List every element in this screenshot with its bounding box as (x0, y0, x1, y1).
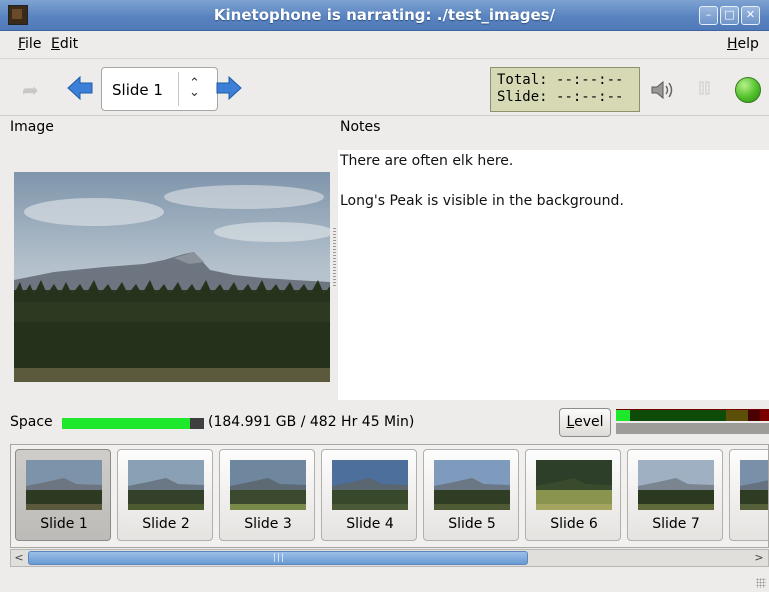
thumbnail-label: Sli (730, 516, 768, 532)
slide-thumbnail[interactable]: Slide 5 (423, 449, 519, 541)
space-label: Space (10, 414, 53, 430)
previous-arrow-icon (67, 75, 93, 101)
slide-select[interactable]: Slide 1 ⌃ ⌄ (101, 67, 218, 111)
slide-thumbnail[interactable]: Slide 7 (627, 449, 723, 541)
thumbnail-image (230, 460, 306, 510)
menu-help[interactable]: Help (727, 36, 759, 52)
slide-thumbnail[interactable]: Slide 2 (117, 449, 213, 541)
thumbnail-label: Slide 3 (244, 516, 292, 532)
thumbnail-image (638, 460, 714, 510)
thumbnail-strip: Slide 1 Slide 2 Slide 3 Slide 4 Slide 5 Slide… (10, 444, 769, 548)
level-button[interactable]: Level (559, 408, 611, 437)
close-button[interactable]: ✕ (741, 6, 760, 25)
note-line: There are often elk here. (340, 153, 514, 169)
record-indicator[interactable] (735, 77, 761, 103)
scroll-right-arrow-icon[interactable]: > (751, 550, 767, 566)
slide-thumbnail[interactable]: Slide 6 (525, 449, 621, 541)
thumbnail-image (332, 460, 408, 510)
thumbnail-image (26, 460, 102, 510)
speaker-icon[interactable] (650, 79, 676, 105)
space-progress-fill (62, 418, 190, 429)
note-line: Long's Peak is visible in the background… (340, 193, 624, 209)
pause-icon[interactable] (698, 80, 712, 100)
menu-help-mnemonic: H (727, 36, 738, 52)
thumbnail-label: Slide 5 (448, 516, 496, 532)
scrollbar-thumb[interactable]: ||| (28, 551, 528, 565)
space-detail: (184.991 GB / 482 Hr 45 Min) (208, 414, 415, 430)
slide-thumbnail[interactable]: Slide 1 (15, 449, 111, 541)
thumbnail-label: Slide 1 (40, 516, 88, 532)
timer-slide-value: --:--:-- (556, 89, 624, 105)
slide-select-value: Slide 1 (112, 81, 163, 99)
menu-edit-label: dit (59, 36, 79, 52)
slide-image (14, 172, 330, 382)
notes-text-area[interactable]: There are often elk here. Long's Peak is… (338, 150, 769, 400)
menu-edit-mnemonic: E (51, 36, 60, 52)
notes-header: Notes (340, 119, 381, 135)
updown-arrows-icon: ⌃ ⌄ (189, 76, 200, 100)
timer-total-label: Total: (497, 72, 548, 88)
timer-slide-row: Slide: --:--:-- (497, 89, 639, 106)
pane-splitter[interactable] (333, 228, 336, 288)
thumbnail-image (536, 460, 612, 510)
window-title: Kinetophone is narrating: ./test_images/ (213, 6, 556, 24)
minimize-button[interactable]: – (699, 6, 718, 25)
level-button-label: evel (574, 414, 604, 430)
thumbnail-image (740, 460, 768, 510)
menu-file-mnemonic: F (18, 36, 26, 52)
menu-edit[interactable]: Edit (51, 36, 78, 52)
thumbnail-label: Slide 2 (142, 516, 190, 532)
status-bar (0, 570, 769, 592)
image-header: Image (10, 119, 54, 135)
next-arrow-icon (216, 75, 242, 101)
thumbnail-label: Slide 6 (550, 516, 598, 532)
scrollbar-grip-icon: ||| (273, 553, 286, 563)
next-slide-button[interactable] (216, 75, 242, 104)
resize-grip-icon[interactable] (756, 578, 766, 588)
timer-total-value: --:--:-- (556, 72, 624, 88)
previous-slide-button[interactable] (67, 75, 93, 104)
space-progress-bar (62, 418, 204, 429)
slide-thumbnail[interactable]: Sli (729, 449, 768, 541)
menu-bar (0, 31, 769, 57)
forward-disabled-icon: ➦ (22, 78, 39, 102)
menu-help-label: elp (737, 36, 759, 52)
level-meter-bottom (616, 423, 769, 434)
maximize-button[interactable]: □ (720, 6, 739, 25)
menu-file[interactable]: File (18, 36, 41, 52)
level-meter-top (616, 409, 769, 421)
thumbnail-label: Slide 7 (652, 516, 700, 532)
thumbnail-image (434, 460, 510, 510)
slide-select-divider (178, 72, 179, 106)
menu-file-label: ile (25, 36, 42, 52)
slide-thumbnail[interactable]: Slide 3 (219, 449, 315, 541)
thumbnail-image (128, 460, 204, 510)
horizontal-scrollbar[interactable]: < ||| > (10, 549, 769, 567)
level-button-mnemonic: L (566, 414, 575, 430)
scroll-left-arrow-icon[interactable]: < (11, 550, 27, 566)
timer-slide-label: Slide: (497, 89, 548, 105)
thumbnail-label: Slide 4 (346, 516, 394, 532)
slide-thumbnail[interactable]: Slide 4 (321, 449, 417, 541)
timer-total-row: Total: --:--:-- (497, 72, 639, 89)
timer-display: Total: --:--:-- Slide: --:--:-- (490, 67, 640, 112)
